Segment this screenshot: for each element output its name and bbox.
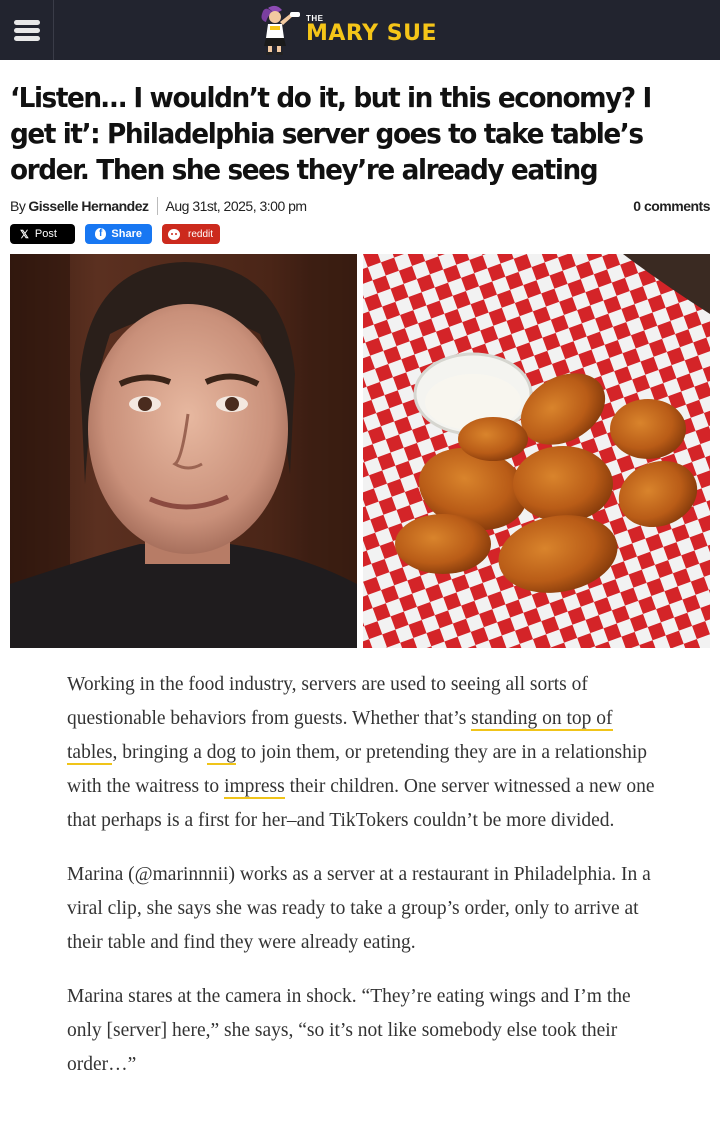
mascot-logo-icon bbox=[261, 5, 300, 55]
link-dog[interactable]: dog bbox=[206, 742, 236, 765]
link-impress[interactable]: impress bbox=[224, 776, 285, 799]
facebook-share-button[interactable]: f Share bbox=[85, 224, 152, 244]
publish-date: Aug 31st, 2025, 3:00 pm bbox=[165, 198, 308, 214]
wings-basket-image bbox=[363, 254, 710, 648]
reddit-share-button[interactable]: reddit bbox=[162, 224, 220, 244]
portrait-illustration bbox=[10, 254, 357, 648]
byline: By Gisselle Hernandez Aug 31st, 2025, 3:… bbox=[10, 197, 710, 215]
site-logo[interactable]: THE MARY SUE bbox=[256, 4, 456, 56]
x-post-label: Post bbox=[34, 228, 57, 240]
paragraph-2: Marina (@marinnnii) works as a server at… bbox=[67, 864, 651, 953]
author-link[interactable]: Gisselle Hernandez bbox=[28, 198, 149, 214]
logo-name: MARY SUE bbox=[306, 21, 437, 46]
reddit-share-label: reddit bbox=[188, 228, 214, 240]
article-title: ‘Listen… I wouldn’t do it, but in this e… bbox=[10, 81, 652, 186]
byline-prefix: By bbox=[10, 198, 26, 214]
hamburger-icon bbox=[13, 17, 40, 44]
article-body: Working in the food industry, servers ar… bbox=[67, 668, 657, 1102]
site-header: THE MARY SUE bbox=[0, 0, 720, 60]
comments-link[interactable]: 0 comments bbox=[633, 198, 710, 214]
wings-illustration bbox=[363, 254, 710, 648]
x-logo-icon: 𝕏 bbox=[20, 228, 29, 241]
p1-text-2: , bringing a bbox=[112, 742, 207, 763]
paragraph-3: Marina stares at the camera in shock. “T… bbox=[67, 986, 631, 1075]
server-portrait-image bbox=[10, 254, 357, 648]
logo-wordmark: THE MARY SUE bbox=[306, 4, 456, 56]
facebook-share-label: Share bbox=[111, 228, 142, 240]
facebook-icon: f bbox=[95, 228, 107, 240]
menu-button[interactable] bbox=[0, 0, 54, 60]
reddit-alien-icon bbox=[168, 228, 180, 240]
share-buttons: 𝕏 Post f Share reddit bbox=[10, 224, 220, 244]
byline-divider bbox=[156, 197, 158, 215]
paragraph-1: Working in the food industry, servers ar… bbox=[67, 668, 657, 838]
x-post-button[interactable]: 𝕏 Post bbox=[10, 224, 75, 244]
